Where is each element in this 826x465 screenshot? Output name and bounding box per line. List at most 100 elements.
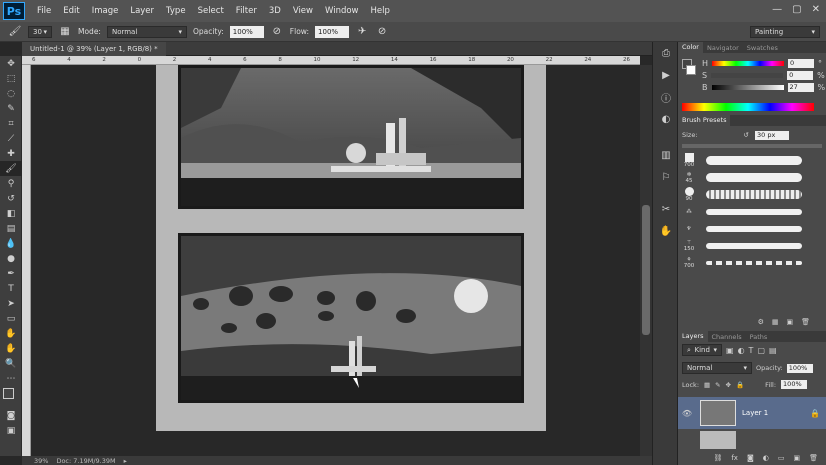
mode-select[interactable]: Normal ▾ [106,25,187,38]
layer-mask-icon[interactable]: ◙ [747,454,754,465]
layer-opacity-input[interactable]: 100% [786,363,813,373]
maximize-button[interactable]: ▢ [792,4,801,15]
tab-channels[interactable]: Channels [708,333,746,341]
screen-mode-icon[interactable]: ▣ [0,423,22,438]
menu-layer[interactable]: Layer [124,6,160,16]
pressure-size-icon[interactable]: ⊘ [375,25,389,39]
menu-file[interactable]: File [31,6,57,16]
blur-tool-icon[interactable]: 💧 [0,236,22,251]
layer-kind-select[interactable]: ⌕ Kind ▾ [682,344,722,356]
tool-presets-icon[interactable]: ✂ [653,198,679,220]
lock-transparency-icon[interactable]: ▦ [704,381,710,389]
tab-navigator[interactable]: Navigator [703,44,743,52]
move-tool-icon[interactable]: ✥ [0,56,22,71]
fill-input[interactable]: 100% [781,380,808,389]
tab-paths[interactable]: Paths [746,333,772,341]
tab-layers[interactable]: Layers [678,331,708,342]
document-tab[interactable]: Untitled-1 @ 39% (Layer 1, RGB/8) * [22,41,166,56]
trash-icon[interactable]: 🗑 [801,318,810,330]
menu-image[interactable]: Image [86,6,125,16]
scrollbar-thumb[interactable] [642,205,650,335]
filter-smart-icon[interactable]: ▤ [769,346,777,355]
brush-preset-item[interactable]: 90 [680,186,824,203]
brush-options-icon[interactable]: ⚙ [758,318,764,330]
reset-icon[interactable]: ↺ [744,131,749,139]
brush-preset-item[interactable]: ⚘ 700 [680,254,824,271]
brush-panel-toggle-icon[interactable]: ▦ [58,25,72,39]
menu-window[interactable]: Window [319,6,365,16]
lock-all-icon[interactable]: 🔒 [736,381,744,389]
menu-3d[interactable]: 3D [263,6,287,16]
brightness-input[interactable]: 27 [787,82,814,92]
tab-swatches[interactable]: Swatches [743,44,782,52]
trash-icon[interactable]: 🗑 [809,454,818,465]
brush-preset-item[interactable]: 700 [680,152,824,169]
brush-size-picker[interactable]: 30 ▾ [28,25,52,38]
history-panel-icon[interactable]: ⎙ [653,42,679,64]
brush-preset-item[interactable]: ⚚ 150 [680,237,824,254]
lasso-tool-icon[interactable]: ◌ [0,86,22,101]
hand-tool-icon[interactable]: ✋ [0,341,22,356]
adjustment-layer-icon[interactable]: ◐ [763,454,769,465]
hue-input[interactable]: 0 [788,58,815,68]
lock-position-icon[interactable]: ✥ [726,381,731,389]
saturation-slider[interactable] [711,72,784,78]
properties-panel-icon[interactable]: ⓘ [653,86,679,108]
clone-source-panel-icon[interactable]: ⚐ [653,166,679,188]
grid-view-icon[interactable]: ▦ [772,318,779,330]
brush-panel-icon[interactable]: ▥ [653,144,679,166]
foreground-color-swatch[interactable] [3,388,14,399]
menu-select[interactable]: Select [192,6,230,16]
gradient-tool-icon[interactable]: ▤ [0,221,22,236]
minimize-button[interactable]: — [772,4,782,15]
flow-input[interactable]: 100% [315,25,350,38]
clone-stamp-tool-icon[interactable]: ⚲ [0,176,22,191]
actions-panel-icon[interactable]: ▶ [653,64,679,86]
menu-filter[interactable]: Filter [230,6,263,16]
filter-type-icon[interactable]: T [749,346,754,355]
brush-size-input[interactable]: 30 px [755,130,789,140]
eyedropper-tool-icon[interactable]: ⟋ [0,131,22,146]
3d-tool-icon[interactable]: ✋ [0,326,22,341]
more-tools-icon[interactable]: ⋯ [0,371,22,386]
shape-tool-icon[interactable]: ▭ [0,311,22,326]
hue-slider[interactable] [712,60,785,66]
blend-mode-select[interactable]: Normal ▾ [682,362,752,374]
tab-color[interactable]: Color [678,42,703,53]
quick-mask-icon[interactable]: ◙ [0,408,22,423]
saturation-input[interactable]: 0 [787,70,814,80]
filter-adjust-icon[interactable]: ◐ [738,346,745,355]
document-canvas[interactable] [156,65,546,431]
brightness-slider[interactable] [711,84,784,90]
menu-edit[interactable]: Edit [57,6,85,16]
zoom-tool-icon[interactable]: 🔍 [0,356,22,371]
dodge-tool-icon[interactable]: ● [0,251,22,266]
type-tool-icon[interactable]: T [0,281,22,296]
vertical-scrollbar[interactable] [640,65,652,456]
brush-preset-item[interactable]: ♆ [680,220,824,237]
pen-tool-icon[interactable]: ✒ [0,266,22,281]
status-menu-arrow-icon[interactable]: ▸ [124,457,127,465]
pressure-opacity-icon[interactable]: ⊘ [270,25,284,39]
brush-preset-item[interactable]: ✻ 45 [680,169,824,186]
layer-style-icon[interactable]: fx [731,454,738,465]
lock-pixels-icon[interactable]: ✎ [715,381,720,389]
paragraph-panel-icon[interactable]: ✋ [653,220,679,242]
crop-tool-icon[interactable]: ⌗ [0,116,22,131]
filter-shape-icon[interactable]: ▢ [757,346,765,355]
workspace-select[interactable]: Painting ▾ [750,26,820,38]
layer-row-layer-1[interactable]: 👁 Layer 1 🔒 [678,397,826,429]
background-color-swatch[interactable] [686,65,696,75]
brush-preset-item[interactable]: ⁂ [680,203,824,220]
airbrush-icon[interactable]: ✈ [355,25,369,39]
color-ramp[interactable] [682,103,814,111]
layer-name[interactable]: Layer 1 [742,409,768,417]
healing-tool-icon[interactable]: ✚ [0,146,22,161]
new-layer-icon[interactable]: ▣ [793,454,800,465]
filter-pixel-icon[interactable]: ▣ [726,346,734,355]
menu-help[interactable]: Help [365,6,396,16]
path-select-tool-icon[interactable]: ➤ [0,296,22,311]
menu-type[interactable]: Type [160,6,192,16]
eraser-tool-icon[interactable]: ◧ [0,206,22,221]
canvas-area[interactable] [31,65,640,456]
